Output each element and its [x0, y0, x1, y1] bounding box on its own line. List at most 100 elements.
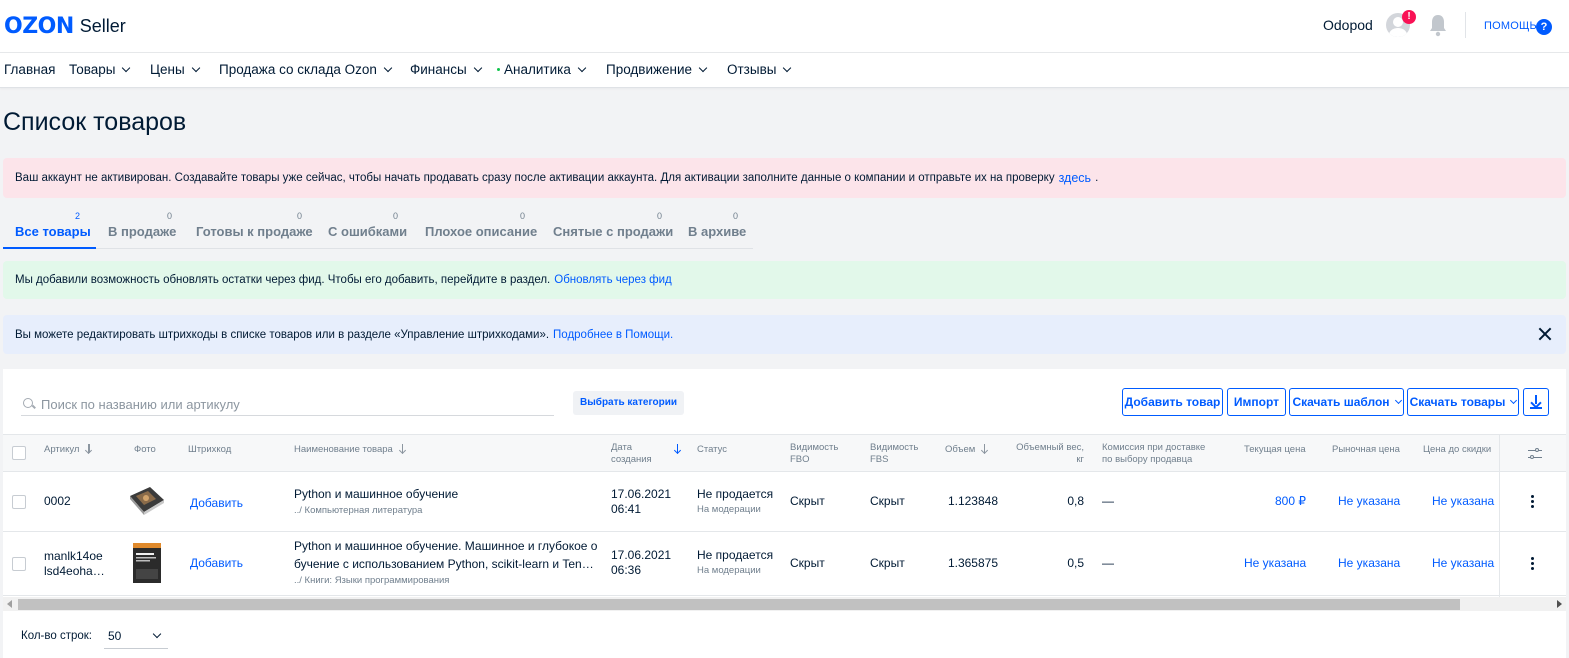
column-price-before-discount: Цена до скидки: [1423, 444, 1492, 455]
column-label: Видимость: [790, 442, 839, 453]
column-volume[interactable]: Объем: [945, 444, 989, 456]
chevron-down-icon: [1510, 396, 1518, 405]
nav-label: Отзывы: [727, 62, 777, 77]
tab-count: 0: [656, 211, 662, 221]
nav-label: Товары: [69, 62, 116, 77]
button-label: Скачать шаблон: [1292, 395, 1390, 409]
column-label: FBS: [870, 454, 889, 465]
sort-arrow-icon: [85, 444, 93, 454]
column-barcode: Штрихкод: [188, 444, 232, 455]
chevron-down-icon: [1394, 396, 1402, 405]
ozon-seller-logo[interactable]: OZON Seller: [4, 11, 126, 41]
sticky-column-divider: [1499, 434, 1500, 597]
product-photo-book-icon[interactable]: [133, 543, 161, 583]
add-barcode-link[interactable]: Добавить: [190, 496, 243, 511]
tab-count: 2: [74, 211, 80, 221]
tab-all-products[interactable]: 2 Все товары: [3, 208, 96, 249]
main-nav: Главная Товары Цены Продажа со склада Oz…: [0, 53, 1569, 88]
product-name-cell[interactable]: Python и машинное обучение ../ Компьютер…: [294, 485, 458, 518]
user-name[interactable]: Odopod: [1323, 17, 1373, 33]
search-input[interactable]: [41, 396, 541, 412]
nav-item-analytics[interactable]: Аналитика: [497, 62, 587, 77]
search-field[interactable]: [21, 393, 554, 416]
market-price-cell[interactable]: Не указана: [1338, 556, 1400, 571]
row-checkbox[interactable]: [12, 557, 26, 571]
tab-bad-description[interactable]: 0 Плохое описание: [425, 208, 537, 249]
nav-item-finance[interactable]: Финансы: [410, 62, 482, 77]
column-article[interactable]: Артикул: [44, 444, 93, 456]
product-name-cell[interactable]: Python и машинное обучение. Машинное и г…: [294, 537, 597, 588]
price-before-cell[interactable]: Не указана: [1432, 556, 1494, 571]
created-cell: 17.06.2021 06:41: [611, 487, 671, 517]
tab-on-sale[interactable]: 0 В продаже: [108, 208, 180, 249]
market-price-cell[interactable]: Не указана: [1338, 494, 1400, 509]
logo-product: Seller: [79, 15, 126, 36]
tab-label: Снятые с продажи: [553, 224, 674, 239]
nav-item-promotion[interactable]: Продвижение: [606, 62, 708, 77]
column-photo: Фото: [134, 444, 156, 455]
more-actions-icon[interactable]: [1531, 495, 1535, 509]
table-row[interactable]: manlk14oe lsd4eoha… Добавить Python и ма…: [3, 532, 1566, 596]
current-price-cell[interactable]: Не указана: [1244, 556, 1306, 571]
activation-link[interactable]: здесь: [1059, 171, 1091, 185]
column-volume-weight: Объемный вес, кг: [1011, 442, 1084, 466]
nav-item-main[interactable]: Главная: [4, 62, 55, 77]
select-categories-button[interactable]: Выбрать категории: [573, 391, 685, 415]
button-label: Скачать товары: [1409, 395, 1506, 409]
nav-item-ozon-warehouse[interactable]: Продажа со склада Ozon: [219, 62, 393, 77]
scroll-right-arrow-icon[interactable]: [1557, 600, 1562, 608]
update-via-feed-link[interactable]: Обновлять через фид: [554, 274, 672, 286]
created-cell: 17.06.2021 06:36: [611, 548, 671, 578]
column-settings-icon[interactable]: [1528, 447, 1542, 460]
horizontal-scrollbar[interactable]: [3, 597, 1566, 611]
nav-item-prices[interactable]: Цены: [150, 62, 200, 77]
tab-label: Все товары: [15, 224, 91, 239]
current-price-cell[interactable]: 800 ₽: [1223, 494, 1306, 509]
scroll-left-arrow-icon[interactable]: [7, 600, 12, 608]
nav-item-reviews[interactable]: Отзывы: [727, 62, 792, 77]
help-details-link[interactable]: Подробнее в Помощи.: [553, 329, 673, 341]
tab-with-errors[interactable]: 0 С ошибками: [328, 208, 407, 249]
help-link[interactable]: помощь: [1484, 20, 1537, 32]
download-products-button[interactable]: Скачать товары: [1407, 388, 1519, 416]
article-cell: 0002: [44, 494, 71, 508]
column-label: Объемный вес,: [1016, 442, 1084, 453]
price-before-cell[interactable]: Не указана: [1432, 494, 1494, 509]
button-label: Добавить товар: [1124, 395, 1221, 409]
download-button[interactable]: [1523, 388, 1549, 416]
product-name: Python и машинное обучение: [294, 487, 459, 501]
table-row[interactable]: 0002 Добавить Python и машинное обучение…: [3, 472, 1566, 532]
status-sub: На модерации: [697, 565, 761, 576]
product-photo-book-icon[interactable]: [126, 484, 166, 516]
commission-cell: —: [1102, 556, 1114, 570]
rows-per-page-select[interactable]: 50: [104, 624, 168, 649]
download-template-button[interactable]: Скачать шаблон: [1289, 388, 1404, 416]
column-created[interactable]: Дата создания: [611, 442, 652, 466]
created-time: 06:41: [611, 502, 642, 516]
sort-arrow-active-icon[interactable]: [674, 444, 682, 454]
nav-item-products[interactable]: Товары: [69, 62, 131, 77]
tab-archive[interactable]: 0 В архиве: [688, 208, 746, 249]
search-icon: [23, 398, 35, 410]
alert-text: Вы можете редактировать штрихкоды в спис…: [15, 328, 550, 341]
bell-icon[interactable]: [1428, 13, 1448, 37]
product-category: ../ Книги: Языки программирования: [294, 575, 450, 586]
add-product-button[interactable]: Добавить товар: [1122, 388, 1223, 416]
nav-label: Финансы: [410, 62, 467, 77]
scrollbar-thumb[interactable]: [18, 599, 1460, 610]
row-checkbox[interactable]: [12, 495, 26, 509]
column-label: Наименование товара: [294, 444, 393, 455]
chevron-down-icon: [698, 63, 708, 72]
tab-count: 0: [166, 211, 172, 221]
close-icon[interactable]: [1538, 327, 1552, 341]
help-question-icon[interactable]: ?: [1536, 19, 1552, 35]
select-all-checkbox[interactable]: [12, 446, 26, 460]
tab-ready-to-sell[interactable]: 0 Готовы к продаже: [196, 208, 313, 249]
more-actions-icon[interactable]: [1531, 557, 1535, 571]
import-button[interactable]: Импорт: [1227, 388, 1286, 416]
column-market-price: Рыночная цена: [1332, 444, 1400, 455]
tab-removed-from-sale[interactable]: 0 Снятые с продажи: [553, 208, 673, 249]
column-name[interactable]: Наименование товара: [294, 444, 407, 456]
add-barcode-link[interactable]: Добавить: [190, 556, 243, 571]
fbs-visibility: Скрыт: [870, 494, 905, 508]
